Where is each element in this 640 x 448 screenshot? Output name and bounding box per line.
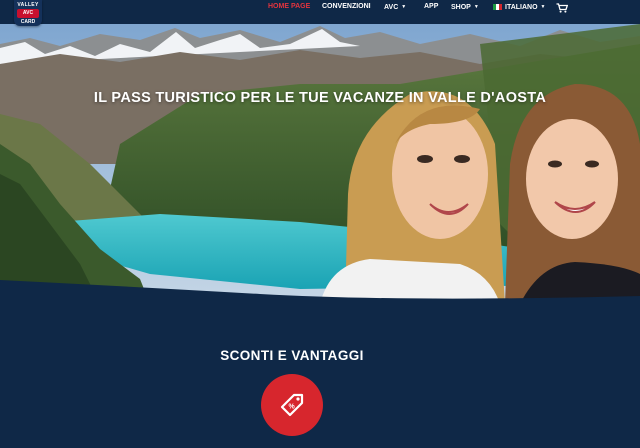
nav-item-label: CONVENZIONI	[322, 3, 371, 10]
top-navbar: VALLEY AVC CARD HOME PAGE CONVENZIONI AV…	[0, 0, 640, 26]
discounts-button[interactable]: %	[261, 374, 323, 436]
nav-item-label: SHOP	[451, 4, 471, 11]
logo-text-top: VALLEY	[17, 2, 39, 8]
shopping-cart-icon[interactable]	[556, 3, 568, 13]
chevron-down-icon: ▼	[540, 4, 546, 10]
hero-headline: IL PASS TURISTICO PER LE TUE VACANZE IN …	[93, 90, 547, 106]
discount-tag-icon: %	[280, 393, 304, 417]
nav-item-label: APP	[424, 3, 439, 10]
logo-text-middle: AVC	[17, 9, 39, 18]
italy-flag-icon	[493, 4, 502, 10]
hero-landscape-image	[0, 24, 640, 304]
language-selector[interactable]: ITALIANO ▼	[493, 0, 546, 14]
nav-item-label: AVC	[384, 4, 399, 11]
nav-item-convenzioni[interactable]: CONVENZIONI	[322, 0, 371, 14]
logo-text-bottom: CARD	[20, 19, 36, 25]
nav-item-avc[interactable]: AVC ▼	[384, 0, 406, 14]
nav-item-app[interactable]: APP	[424, 0, 438, 14]
valley-card-logo[interactable]: VALLEY AVC CARD	[14, 0, 42, 26]
language-label: ITALIANO	[505, 4, 538, 11]
nav-item-shop[interactable]: SHOP ▼	[451, 0, 479, 14]
section-title: SCONTI E VANTAGGI	[220, 348, 364, 363]
svg-text:%: %	[289, 404, 296, 411]
nav-item-label: HOME PAGE	[268, 3, 311, 10]
chevron-down-icon: ▼	[473, 4, 479, 10]
nav-item-home-page[interactable]: HOME PAGE	[268, 0, 310, 14]
hero-banner: IL PASS TURISTICO PER LE TUE VACANZE IN …	[0, 24, 640, 304]
chevron-down-icon: ▼	[401, 4, 407, 10]
